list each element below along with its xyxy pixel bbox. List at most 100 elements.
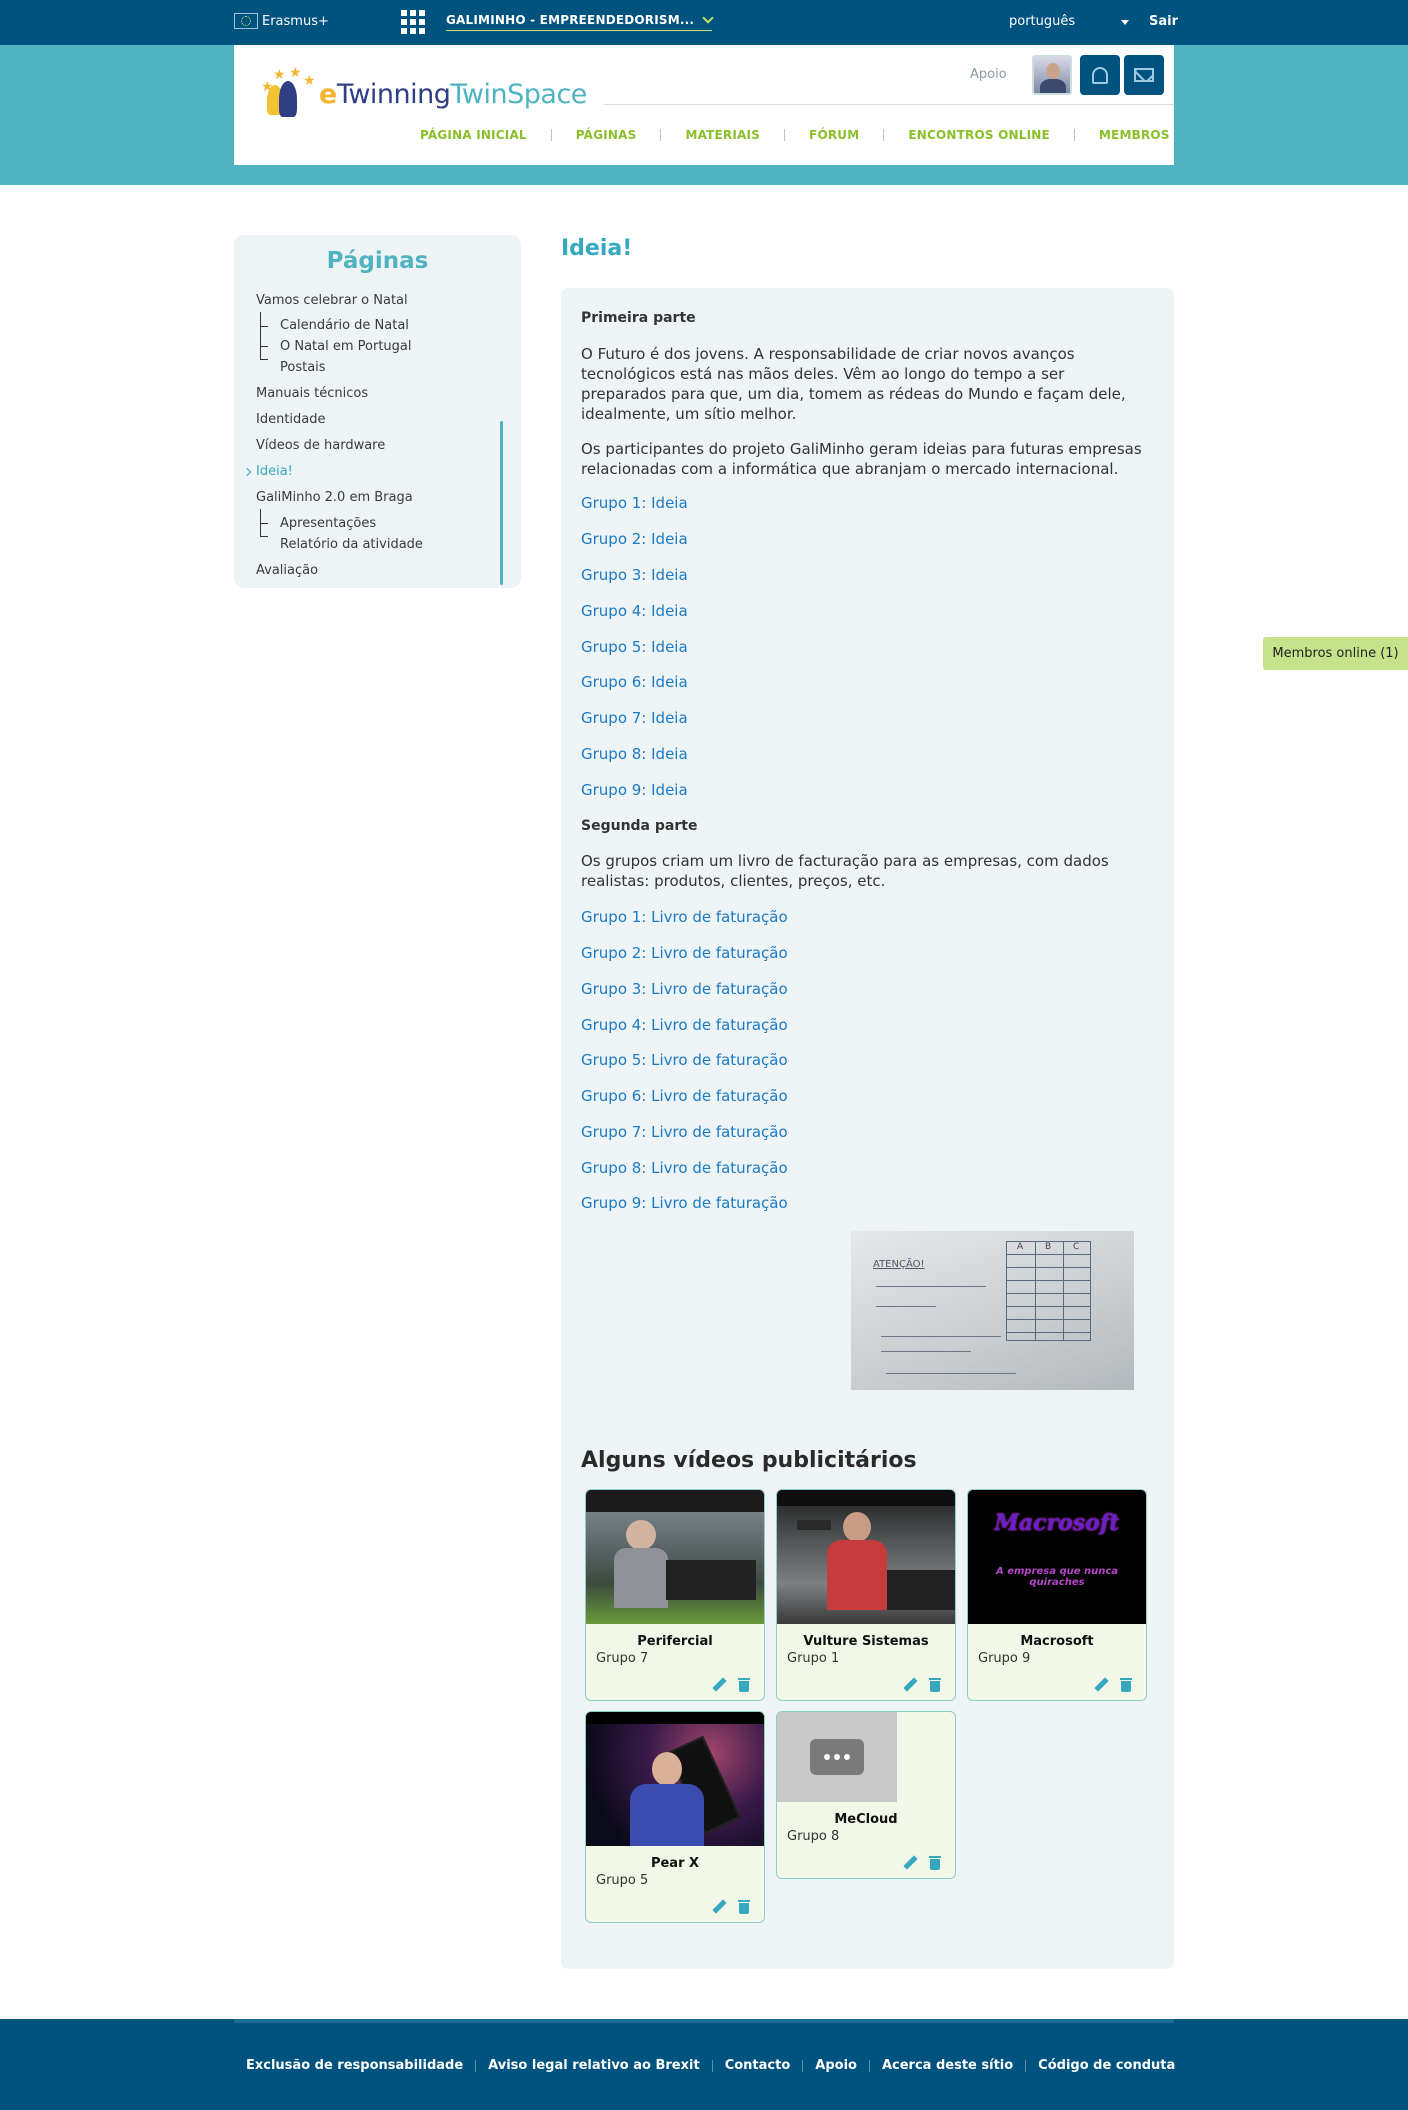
book-link-1[interactable]: Grupo 1: Livro de faturação: [581, 908, 788, 926]
sidebar-item-calendario[interactable]: Calendário de Natal: [280, 318, 409, 333]
video-group: Grupo 1: [787, 1651, 840, 1666]
video-card-macrosoft[interactable]: Macrosoft A empresa que nunca quiraches …: [967, 1489, 1147, 1701]
idea-link-1[interactable]: Grupo 1: Ideia: [581, 494, 688, 512]
book-link-3[interactable]: Grupo 3: Livro de faturação: [581, 980, 788, 998]
notifications-button[interactable]: [1080, 55, 1120, 95]
sidebar-item-avaliacao[interactable]: Avaliação: [256, 563, 318, 578]
footer-link-code-of-conduct[interactable]: Código de conduta: [1038, 2058, 1175, 2073]
video-group: Grupo 8: [787, 1829, 840, 1844]
delete-trash-icon[interactable]: [738, 1900, 750, 1914]
online-members-tab[interactable]: Membros online (1): [1263, 637, 1408, 670]
idea-link-4[interactable]: Grupo 4: Ideia: [581, 602, 688, 620]
video-thumbnail-placeholder[interactable]: [777, 1712, 897, 1802]
idea-link-5[interactable]: Grupo 5: Ideia: [581, 638, 688, 656]
sidebar-item-natal-portugal[interactable]: O Natal em Portugal: [280, 339, 412, 354]
chevron-down-icon: [702, 11, 714, 24]
nav-separator: [1073, 129, 1075, 141]
video-group: Grupo 7: [596, 1651, 649, 1666]
language-select[interactable]: português: [1009, 14, 1129, 29]
nav-materials[interactable]: MATERIAIS: [685, 128, 760, 142]
logo-text: eTwinningTwinSpace: [319, 79, 587, 110]
footer-link-disclaimer[interactable]: Exclusão de responsabilidade: [246, 2058, 463, 2073]
nav-online-meetings[interactable]: ENCONTROS ONLINE: [908, 128, 1050, 142]
sidebar-item-relatorio[interactable]: Relatório da atividade: [280, 537, 423, 552]
avatar[interactable]: [1032, 55, 1072, 95]
edit-pencil-icon[interactable]: [903, 1856, 917, 1870]
footer-link-contact[interactable]: Contacto: [725, 2058, 791, 2073]
video-thumbnail[interactable]: [586, 1712, 764, 1846]
mail-icon: [1134, 68, 1154, 82]
header-divider: [604, 104, 1174, 105]
nav-separator: [784, 129, 786, 141]
eu-flag-icon: [234, 13, 258, 29]
video-title: MeCloud: [834, 1812, 898, 1827]
sidebar-item-videos-hardware[interactable]: Vídeos de hardware: [256, 438, 385, 453]
sidebar-item-identidade[interactable]: Identidade: [256, 412, 326, 427]
erasmus-logo[interactable]: Erasmus+: [234, 13, 329, 29]
video-card-vulture[interactable]: Vulture Sistemas Grupo 1: [776, 1489, 956, 1701]
book-link-4[interactable]: Grupo 4: Livro de faturação: [581, 1016, 788, 1034]
idea-link-2[interactable]: Grupo 2: Ideia: [581, 530, 688, 548]
idea-link-6[interactable]: Grupo 6: Ideia: [581, 673, 688, 691]
delete-trash-icon[interactable]: [738, 1678, 750, 1692]
idea-link-9[interactable]: Grupo 9: Ideia: [581, 781, 688, 799]
bell-icon: [1092, 66, 1108, 84]
sidebar-scrollbar[interactable]: [500, 421, 503, 585]
edit-pencil-icon[interactable]: [1094, 1678, 1108, 1692]
header: ★ ★ ★ ★ eTwinningTwinSpace Apoio PÁGINA …: [234, 45, 1174, 165]
video-card-perifercial[interactable]: Perifercial Grupo 7: [585, 1489, 765, 1701]
sidebar-item-ideia[interactable]: Ideia!: [256, 464, 293, 479]
sidebar-item-manuais[interactable]: Manuais técnicos: [256, 386, 368, 401]
nav-home[interactable]: PÁGINA INICIAL: [420, 128, 527, 142]
chevron-right-icon: [242, 467, 252, 477]
video-thumbnail[interactable]: [586, 1490, 764, 1624]
project-selector[interactable]: GALIMINHO - EMPREENDEDORISM...: [446, 11, 714, 31]
more-dots-icon: [810, 1739, 864, 1775]
sidebar-item-apresentacoes[interactable]: Apresentações: [280, 516, 376, 531]
edit-pencil-icon[interactable]: [903, 1678, 917, 1692]
delete-trash-icon[interactable]: [929, 1856, 941, 1870]
nav-forum[interactable]: FÓRUM: [809, 128, 859, 142]
footer-link-brexit[interactable]: Aviso legal relativo ao Brexit: [488, 2058, 700, 2073]
footer-divider: [234, 2019, 1174, 2023]
top-bar: Erasmus+ GALIMINHO - EMPREENDEDORISM... …: [0, 0, 1408, 45]
logout-link[interactable]: Sair: [1149, 14, 1178, 29]
delete-trash-icon[interactable]: [929, 1678, 941, 1692]
caret-down-icon: [1121, 20, 1129, 25]
messages-button[interactable]: [1124, 55, 1164, 95]
video-card-pear-x[interactable]: Pear X Grupo 5: [585, 1711, 765, 1923]
book-link-7[interactable]: Grupo 7: Livro de faturação: [581, 1123, 788, 1141]
sidebar-item-postais[interactable]: Postais: [280, 360, 326, 375]
support-link[interactable]: Apoio: [970, 67, 1007, 82]
apps-grid-icon[interactable]: [401, 10, 425, 34]
book-link-8[interactable]: Grupo 8: Livro de faturação: [581, 1159, 788, 1177]
nav-pages[interactable]: PÁGINAS: [576, 128, 637, 142]
video-thumbnail[interactable]: [777, 1490, 955, 1624]
page-content: Primeira parte O Futuro é dos jovens. A …: [561, 288, 1174, 1969]
delete-trash-icon[interactable]: [1120, 1678, 1132, 1692]
idea-link-3[interactable]: Grupo 3: Ideia: [581, 566, 688, 584]
footer-link-about[interactable]: Acerca deste sítio: [882, 2058, 1013, 2073]
sidebar-title: Páginas: [326, 248, 429, 274]
nav-members[interactable]: MEMBROS: [1099, 128, 1170, 142]
edit-pencil-icon[interactable]: [712, 1678, 726, 1692]
etwinning-mark-icon: ★ ★ ★ ★: [259, 65, 319, 122]
language-value: português: [1009, 14, 1076, 29]
video-card-mecloud[interactable]: MeCloud Grupo 8: [776, 1711, 956, 1879]
edit-pencil-icon[interactable]: [712, 1900, 726, 1914]
sidebar-item-braga[interactable]: GaliMinho 2.0 em Braga: [256, 490, 413, 505]
etwinning-logo[interactable]: ★ ★ ★ ★ eTwinningTwinSpace: [259, 65, 587, 122]
nav-separator: [550, 129, 552, 141]
idea-link-7[interactable]: Grupo 7: Ideia: [581, 709, 688, 727]
idea-link-8[interactable]: Grupo 8: Ideia: [581, 745, 688, 763]
footer-link-support[interactable]: Apoio: [815, 2058, 857, 2073]
book-link-5[interactable]: Grupo 5: Livro de faturação: [581, 1051, 788, 1069]
part1-paragraph-1: O Futuro é dos jovens. A responsabilidad…: [581, 345, 1126, 423]
book-link-2[interactable]: Grupo 2: Livro de faturação: [581, 944, 788, 962]
video-thumbnail[interactable]: Macrosoft A empresa que nunca quiraches: [968, 1490, 1146, 1624]
sidebar-item-natal[interactable]: Vamos celebrar o Natal: [256, 293, 408, 308]
footer-links: Exclusão de responsabilidade Aviso legal…: [246, 2058, 1175, 2073]
main-nav: PÁGINA INICIAL PÁGINAS MATERIAIS FÓRUM E…: [420, 128, 1170, 142]
book-link-9[interactable]: Grupo 9: Livro de faturação: [581, 1194, 788, 1212]
book-link-6[interactable]: Grupo 6: Livro de faturação: [581, 1087, 788, 1105]
